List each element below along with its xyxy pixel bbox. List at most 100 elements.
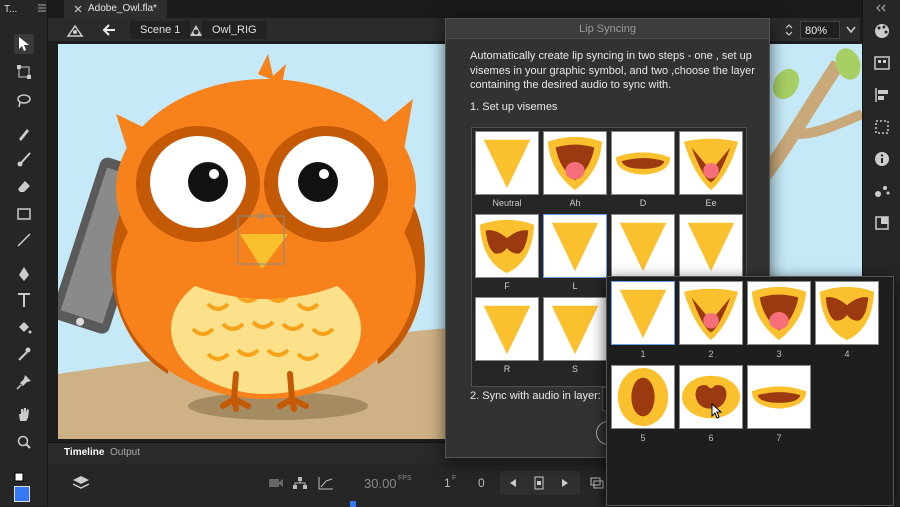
picker-frame[interactable]: 2 xyxy=(679,281,743,359)
mouse-cursor-icon xyxy=(711,403,723,419)
viseme-cell[interactable]: Ah xyxy=(543,131,607,213)
library-icon[interactable] xyxy=(873,54,891,72)
frame-thumbnail[interactable] xyxy=(611,281,675,345)
viseme-label: Ee xyxy=(705,198,717,208)
align-icon[interactable] xyxy=(873,86,891,104)
fps-value[interactable]: 30.00 xyxy=(364,476,397,491)
viseme-cell[interactable]: S xyxy=(543,297,607,379)
step-forward-icon[interactable] xyxy=(560,478,570,488)
viseme-thumbnail[interactable] xyxy=(679,131,743,195)
stroke-color-swatch[interactable] xyxy=(14,472,24,482)
info-icon[interactable] xyxy=(873,150,891,168)
free-transform-tool-icon[interactable] xyxy=(14,62,34,82)
pin-tool-icon[interactable] xyxy=(14,372,34,392)
zoom-tool-icon[interactable] xyxy=(14,432,34,452)
viseme-cell[interactable]: R xyxy=(475,297,539,379)
picker-frame[interactable]: 3 xyxy=(747,281,811,359)
collapse-panels-icon[interactable] xyxy=(875,4,887,12)
panel-menu-icon[interactable] xyxy=(38,4,46,12)
motion-presets-icon[interactable] xyxy=(873,182,891,200)
stage-settings-icon[interactable] xyxy=(66,22,84,38)
tab-output[interactable]: Output xyxy=(110,446,140,460)
viseme-cell-selected[interactable]: L xyxy=(543,214,607,296)
viseme-thumbnail[interactable] xyxy=(475,297,539,361)
playhead-marker[interactable] xyxy=(350,501,356,507)
color-palette-icon[interactable] xyxy=(873,22,891,40)
viseme-thumbnail[interactable] xyxy=(543,131,607,195)
line-tool-icon[interactable] xyxy=(14,230,34,250)
text-tool-icon[interactable] xyxy=(14,290,34,310)
picker-frame[interactable]: 5 xyxy=(611,365,675,443)
viseme-thumbnail[interactable] xyxy=(475,214,539,278)
pen-tool-icon[interactable] xyxy=(14,264,34,284)
viseme-thumbnail[interactable] xyxy=(475,131,539,195)
frame-unit: F xyxy=(452,475,457,482)
paint-bucket-tool-icon[interactable] xyxy=(14,318,34,338)
eraser-tool-icon[interactable] xyxy=(14,176,34,196)
swatches-icon[interactable] xyxy=(873,214,891,232)
zoom-stepper-icon[interactable] xyxy=(784,22,794,38)
picker-frame[interactable]: 4 xyxy=(815,281,879,359)
frame-number: 5 xyxy=(640,433,646,443)
tools-panel-title: T... xyxy=(4,4,18,15)
frame-thumbnail[interactable] xyxy=(611,365,675,429)
current-frame[interactable]: 1 xyxy=(444,476,451,490)
close-tab-icon[interactable] xyxy=(74,5,82,13)
frame-thumbnail[interactable] xyxy=(679,281,743,345)
back-arrow-icon[interactable] xyxy=(102,23,116,37)
layer-parenting-icon[interactable] xyxy=(292,476,308,490)
frame-thumbnail[interactable] xyxy=(747,281,811,345)
viseme-label: Neutral xyxy=(492,198,522,208)
eyedropper-tool-icon[interactable] xyxy=(14,344,34,364)
picker-frame-selected[interactable]: 1 xyxy=(611,281,675,359)
playback-controls xyxy=(500,471,580,495)
rectangle-tool-icon[interactable] xyxy=(14,204,34,224)
camera-icon[interactable] xyxy=(268,477,284,489)
frame-number: 1 xyxy=(640,349,646,359)
viseme-label: L xyxy=(572,281,578,291)
zoom-dropdown-chevron-icon[interactable] xyxy=(846,26,856,34)
step-1-heading: 1. Set up visemes xyxy=(470,101,558,113)
play-icon[interactable] xyxy=(534,476,544,490)
viseme-label: F xyxy=(504,281,510,291)
viseme-cell[interactable]: Ee xyxy=(679,131,743,213)
graph-icon[interactable] xyxy=(318,476,334,490)
hand-tool-icon[interactable] xyxy=(14,404,34,424)
viseme-thumbnail[interactable] xyxy=(679,214,743,278)
picker-frame[interactable]: 7 xyxy=(747,365,811,443)
fill-color-swatch[interactable] xyxy=(14,486,30,502)
viseme-cell[interactable]: Neutral xyxy=(475,131,539,213)
viseme-thumbnail[interactable] xyxy=(611,214,675,278)
dialog-description: Automatically create lip syncing in two … xyxy=(470,50,755,91)
zoom-input[interactable]: 80% xyxy=(800,21,840,39)
selection-tool-icon[interactable] xyxy=(14,34,34,54)
brush-tool-icon[interactable] xyxy=(14,124,34,144)
viseme-cell[interactable]: F xyxy=(475,214,539,296)
viseme-thumbnail[interactable] xyxy=(543,297,607,361)
viseme-thumbnail[interactable] xyxy=(611,131,675,195)
viseme-label: S xyxy=(571,364,578,374)
transform-icon[interactable] xyxy=(873,118,891,136)
frame-number: 6 xyxy=(708,433,714,443)
breadcrumb-symbol[interactable]: Owl_RIG xyxy=(202,21,267,39)
lasso-tool-icon[interactable] xyxy=(14,90,34,110)
frame-number: 2 xyxy=(708,349,714,359)
viseme-thumbnail[interactable] xyxy=(543,214,607,278)
step-2-heading: 2. Sync with audio in layer: xyxy=(470,390,601,402)
frame-counter[interactable]: 0 xyxy=(478,476,485,490)
document-tab[interactable]: Adobe_Owl.fla* xyxy=(64,0,167,18)
frame-number: 3 xyxy=(776,349,782,359)
viseme-label: Ah xyxy=(569,198,581,208)
viseme-label: D xyxy=(639,198,647,208)
frame-thumbnail[interactable] xyxy=(679,365,743,429)
loop-icon[interactable] xyxy=(590,477,604,489)
tab-timeline[interactable]: Timeline xyxy=(64,446,104,460)
paint-brush-tool-icon[interactable] xyxy=(14,150,34,170)
frame-thumbnail[interactable] xyxy=(815,281,879,345)
breadcrumb-scene[interactable]: Scene 1 xyxy=(130,21,191,39)
viseme-frame-picker: 1 2 3 4 5 6 7 xyxy=(606,276,894,506)
viseme-cell[interactable]: D xyxy=(611,131,675,213)
step-back-icon[interactable] xyxy=(508,478,518,488)
frame-thumbnail[interactable] xyxy=(747,365,811,429)
layers-icon[interactable] xyxy=(72,475,90,491)
